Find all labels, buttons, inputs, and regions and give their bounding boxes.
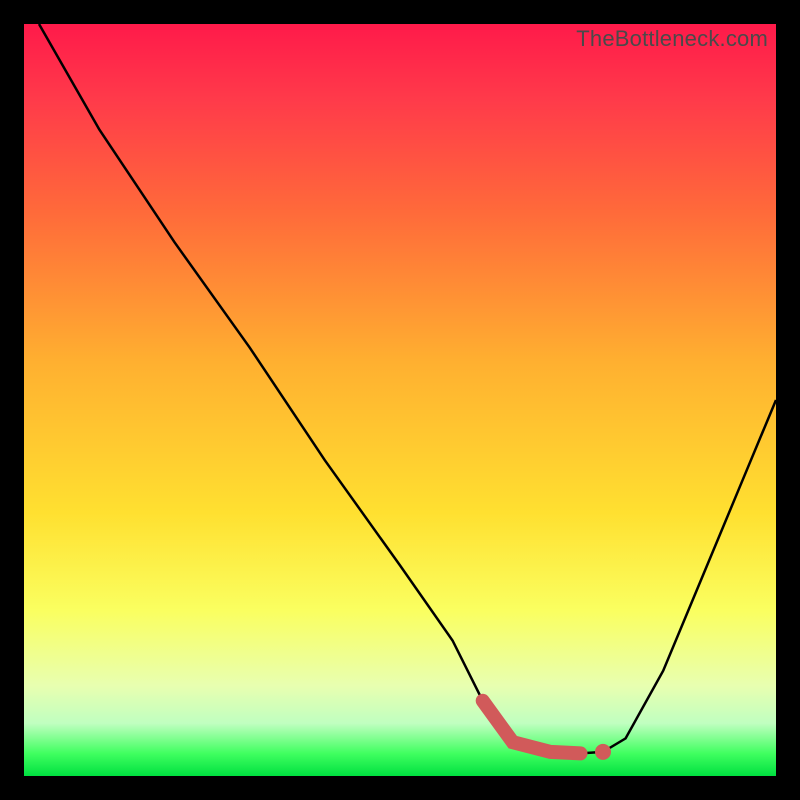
watermark-text: TheBottleneck.com: [576, 26, 768, 52]
highlight-segment: [483, 701, 581, 754]
chart-area: TheBottleneck.com: [24, 24, 776, 776]
chart-svg: [24, 24, 776, 776]
highlight-dot: [595, 744, 611, 760]
chart-line: [39, 24, 776, 753]
